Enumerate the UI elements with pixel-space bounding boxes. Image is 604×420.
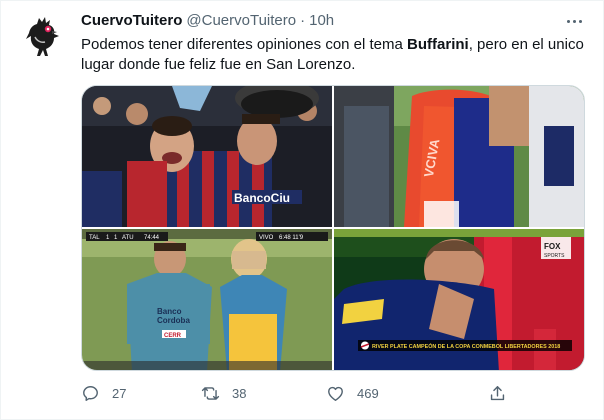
fox-logo: FOX — [544, 242, 561, 251]
media-grid: BancoCiu VCIVA TAL 1 1 ATU 74:44 VIVO 6:… — [81, 85, 585, 371]
photo-tv-broadcast[interactable]: TAL 1 1 ATU 74:44 VIVO 6:48 11'9 Banco C… — [82, 229, 332, 370]
score-team-left: TAL — [89, 235, 100, 241]
shirt-sponsor3: CERR — [164, 333, 182, 339]
photo-river-broadcast[interactable]: FOX SPORTS RIVER PLATE CAMPEÓN DE LA COP… — [334, 229, 584, 370]
tweet-card[interactable]: CuervoTuitero @CuervoTuitero · 10h Podem… — [0, 0, 604, 420]
like-button[interactable]: 469 — [326, 381, 379, 405]
retweet-count: 38 — [232, 385, 247, 401]
separator-dot: · — [300, 12, 306, 29]
tv-logo: VIVO — [259, 235, 274, 241]
reply-icon — [83, 385, 98, 401]
reply-count: 27 — [112, 385, 127, 401]
display-name[interactable]: CuervoTuitero — [81, 11, 182, 31]
score-clock: 74:44 — [144, 235, 160, 241]
shirt-sponsor2: Cordoba — [157, 316, 190, 325]
crow-avatar[interactable] — [19, 11, 67, 59]
tweet-header: CuervoTuitero @CuervoTuitero · 10h — [81, 11, 585, 31]
tweet-actions: 27 38 469 — [81, 381, 587, 405]
user-handle[interactable]: @CuervoTuitero — [186, 11, 296, 31]
share-icon — [490, 385, 505, 400]
tv-extra: 6:48 11'9 — [279, 235, 304, 241]
tweet-text-bold: Buffarini — [407, 36, 469, 53]
photo-celebration[interactable]: BancoCiu — [82, 86, 332, 227]
tweet-timestamp[interactable]: 10h — [309, 11, 334, 31]
shirt-sponsor1: Banco — [157, 307, 182, 316]
heart-icon — [328, 386, 343, 401]
reply-button[interactable]: 27 — [81, 381, 126, 405]
fox-sub: SPORTS — [544, 253, 565, 259]
broadcast-caption: RIVER PLATE CAMPEÓN DE LA COPA CONMEBOL … — [372, 342, 560, 350]
retweet-icon — [201, 386, 220, 400]
photo-orange-bib[interactable]: VCIVA — [334, 86, 584, 227]
tweet-text-start: Podemos tener diferentes opiniones con e… — [81, 36, 408, 53]
like-count: 469 — [357, 385, 379, 401]
more-icon[interactable] — [563, 11, 585, 31]
retweet-button[interactable]: 38 — [201, 381, 246, 405]
share-button[interactable] — [488, 381, 519, 405]
tweet-text: Podemos tener diferentes opiniones con e… — [81, 35, 587, 75]
photo1-sponsor-text: BancoCiu — [234, 191, 290, 205]
score-team-right: ATU — [122, 235, 134, 241]
